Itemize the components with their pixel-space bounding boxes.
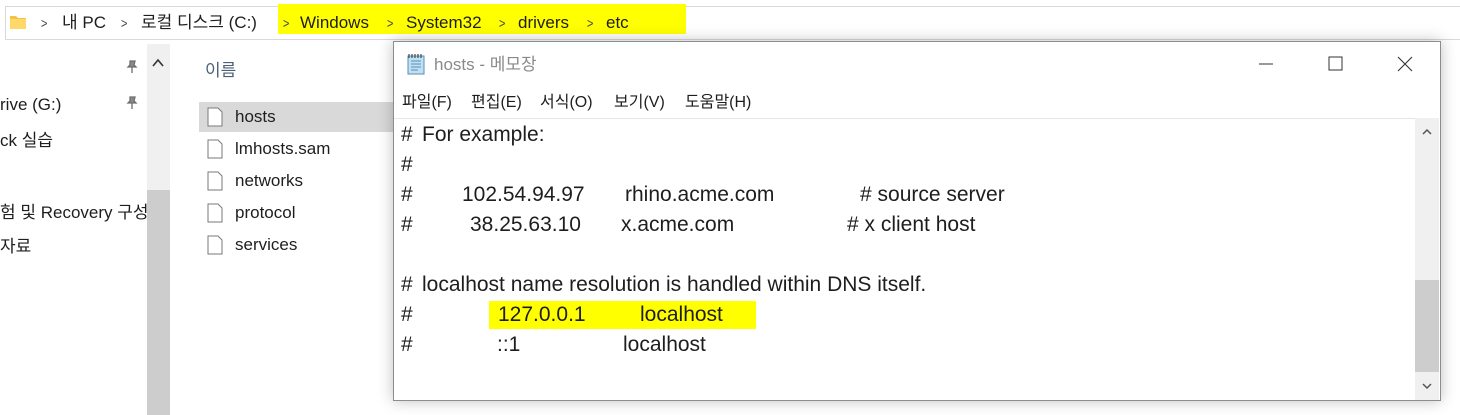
file-name: lmhosts.sam [235, 139, 331, 158]
chevron-right-icon[interactable]: > [283, 12, 290, 34]
scroll-down-icon[interactable] [1420, 380, 1434, 392]
navigation-pane: rive (G:) ck 실습 험 및 Recovery 구성 자료 [0, 44, 170, 415]
pin-icon[interactable] [125, 60, 139, 74]
file-row-lmhosts[interactable]: lmhosts.sam [199, 134, 395, 164]
nav-item-drive-g[interactable]: rive (G:) [0, 94, 61, 116]
notepad-icon [407, 54, 425, 75]
editor-scrollbar-thumb[interactable] [1415, 280, 1439, 372]
minimize-icon [1259, 63, 1273, 65]
chevron-right-icon[interactable]: > [499, 12, 506, 34]
hash: # [401, 273, 413, 296]
window-title: hosts - 메모장 [434, 55, 537, 74]
hash: # [401, 123, 413, 146]
notepad-title-bar[interactable]: hosts - 메모장 [394, 42, 1440, 86]
file-row-protocol[interactable]: protocol [199, 198, 395, 228]
file-name: hosts [235, 107, 276, 126]
hash: # [401, 303, 413, 326]
breadcrumb-etc[interactable]: etc [606, 12, 629, 34]
hash: # [401, 333, 413, 356]
notepad-window: hosts - 메모장 파일(F) 편집(E) 서식(O) 보기(V) 도움말(… [393, 41, 1441, 401]
file-name: protocol [235, 203, 296, 222]
hostname: localhost [640, 303, 723, 326]
ip-address: 127.0.0.1 [498, 303, 586, 326]
address-bar: > 내 PC > 로컬 디스크 (C:) > Windows > System3… [0, 0, 1460, 44]
hash: # [401, 153, 413, 176]
host-comment: # source server [860, 183, 1005, 206]
hostname: x.acme.com [621, 213, 735, 236]
chevron-right-icon[interactable]: > [387, 12, 394, 34]
nav-item-practice[interactable]: ck 실습 [0, 130, 53, 152]
chevron-right-icon[interactable]: > [587, 12, 594, 34]
close-icon [1397, 56, 1413, 72]
file-row-services[interactable]: services [199, 230, 395, 260]
file-icon [207, 107, 223, 127]
menu-help[interactable]: 도움말(H) [685, 92, 751, 114]
file-icon [207, 203, 223, 223]
file-icon [207, 139, 223, 159]
menu-edit[interactable]: 편집(E) [471, 92, 522, 114]
hostname: rhino.acme.com [625, 183, 775, 206]
file-row-networks[interactable]: networks [199, 166, 395, 196]
breadcrumb-system32[interactable]: System32 [406, 12, 482, 34]
hostname: localhost [623, 333, 706, 356]
column-header-name[interactable]: 이름 [205, 60, 236, 82]
text-editor[interactable]: # For example: # # 102.54.94.97 rhino.ac… [394, 118, 1415, 401]
menu-format[interactable]: 서식(O) [540, 92, 593, 114]
nav-item-materials[interactable]: 자료 [0, 236, 31, 258]
menu-file[interactable]: 파일(F) [402, 92, 452, 114]
maximize-icon [1328, 56, 1343, 71]
ip-address: 38.25.63.10 [470, 213, 581, 236]
comment-text: localhost name resolution is handled wit… [422, 273, 927, 296]
maximize-button[interactable] [1300, 42, 1370, 86]
hash: # [401, 183, 413, 206]
nav-item-recovery[interactable]: 험 및 Recovery 구성 [0, 202, 149, 224]
scroll-up-icon[interactable] [1420, 126, 1434, 138]
breadcrumb-local-disk[interactable]: 로컬 디스크 (C:) [141, 12, 257, 34]
folder-icon [10, 16, 26, 29]
minimize-button[interactable] [1230, 42, 1300, 86]
file-row-hosts[interactable]: hosts [199, 102, 395, 132]
menu-bar: 파일(F) 편집(E) 서식(O) 보기(V) 도움말(H) [394, 88, 1440, 116]
chevron-up-icon[interactable] [150, 56, 166, 70]
menu-view[interactable]: 보기(V) [614, 92, 665, 114]
hash: # [401, 213, 413, 236]
host-comment: # x client host [847, 213, 976, 236]
chevron-right-icon[interactable]: > [121, 12, 128, 34]
chevron-right-icon[interactable]: > [41, 12, 48, 34]
ip-address: 102.54.94.97 [462, 183, 585, 206]
file-name: networks [235, 171, 304, 190]
nav-scrollbar-thumb[interactable] [147, 190, 170, 415]
file-name: services [235, 235, 298, 254]
ip-address: ::1 [497, 333, 521, 356]
file-icon [207, 171, 223, 191]
breadcrumb-drivers[interactable]: drivers [518, 12, 569, 34]
comment-text: For example: [422, 123, 545, 146]
breadcrumb-windows[interactable]: Windows [300, 12, 369, 34]
file-icon [207, 235, 223, 255]
pin-icon[interactable] [125, 96, 139, 110]
breadcrumb-my-pc[interactable]: 내 PC [62, 12, 106, 34]
close-button[interactable] [1370, 42, 1440, 86]
